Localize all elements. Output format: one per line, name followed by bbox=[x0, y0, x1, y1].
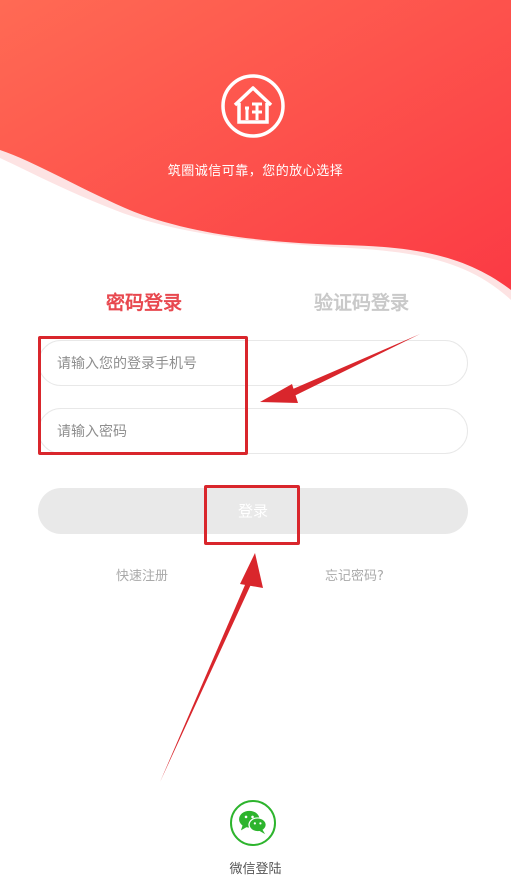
house-logo-icon bbox=[221, 74, 285, 138]
forgot-password-link[interactable]: 忘记密码? bbox=[325, 565, 384, 584]
register-link[interactable]: 快速注册 bbox=[116, 565, 168, 584]
header-background bbox=[0, 0, 511, 300]
slogan-text: 筑圈诚信可靠，您的放心选择 bbox=[167, 164, 344, 179]
login-page: 筑圈诚信可靠，您的放心选择 密码登录 验证码登录 登录 快速注册 忘记密码? 微… bbox=[0, 0, 511, 895]
tab-sms-login[interactable]: 验证码登录 bbox=[314, 288, 409, 315]
arrow-to-login-button bbox=[160, 578, 253, 782]
arrow-to-login-button-head bbox=[240, 553, 263, 588]
wechat-login-button[interactable] bbox=[230, 800, 276, 846]
wechat-login-label: 微信登陆 bbox=[229, 862, 282, 877]
tab-password-login[interactable]: 密码登录 bbox=[106, 288, 182, 315]
annotation-box-inputs bbox=[38, 336, 248, 455]
wechat-icon bbox=[239, 810, 267, 835]
annotation-box-login-button bbox=[204, 485, 300, 545]
